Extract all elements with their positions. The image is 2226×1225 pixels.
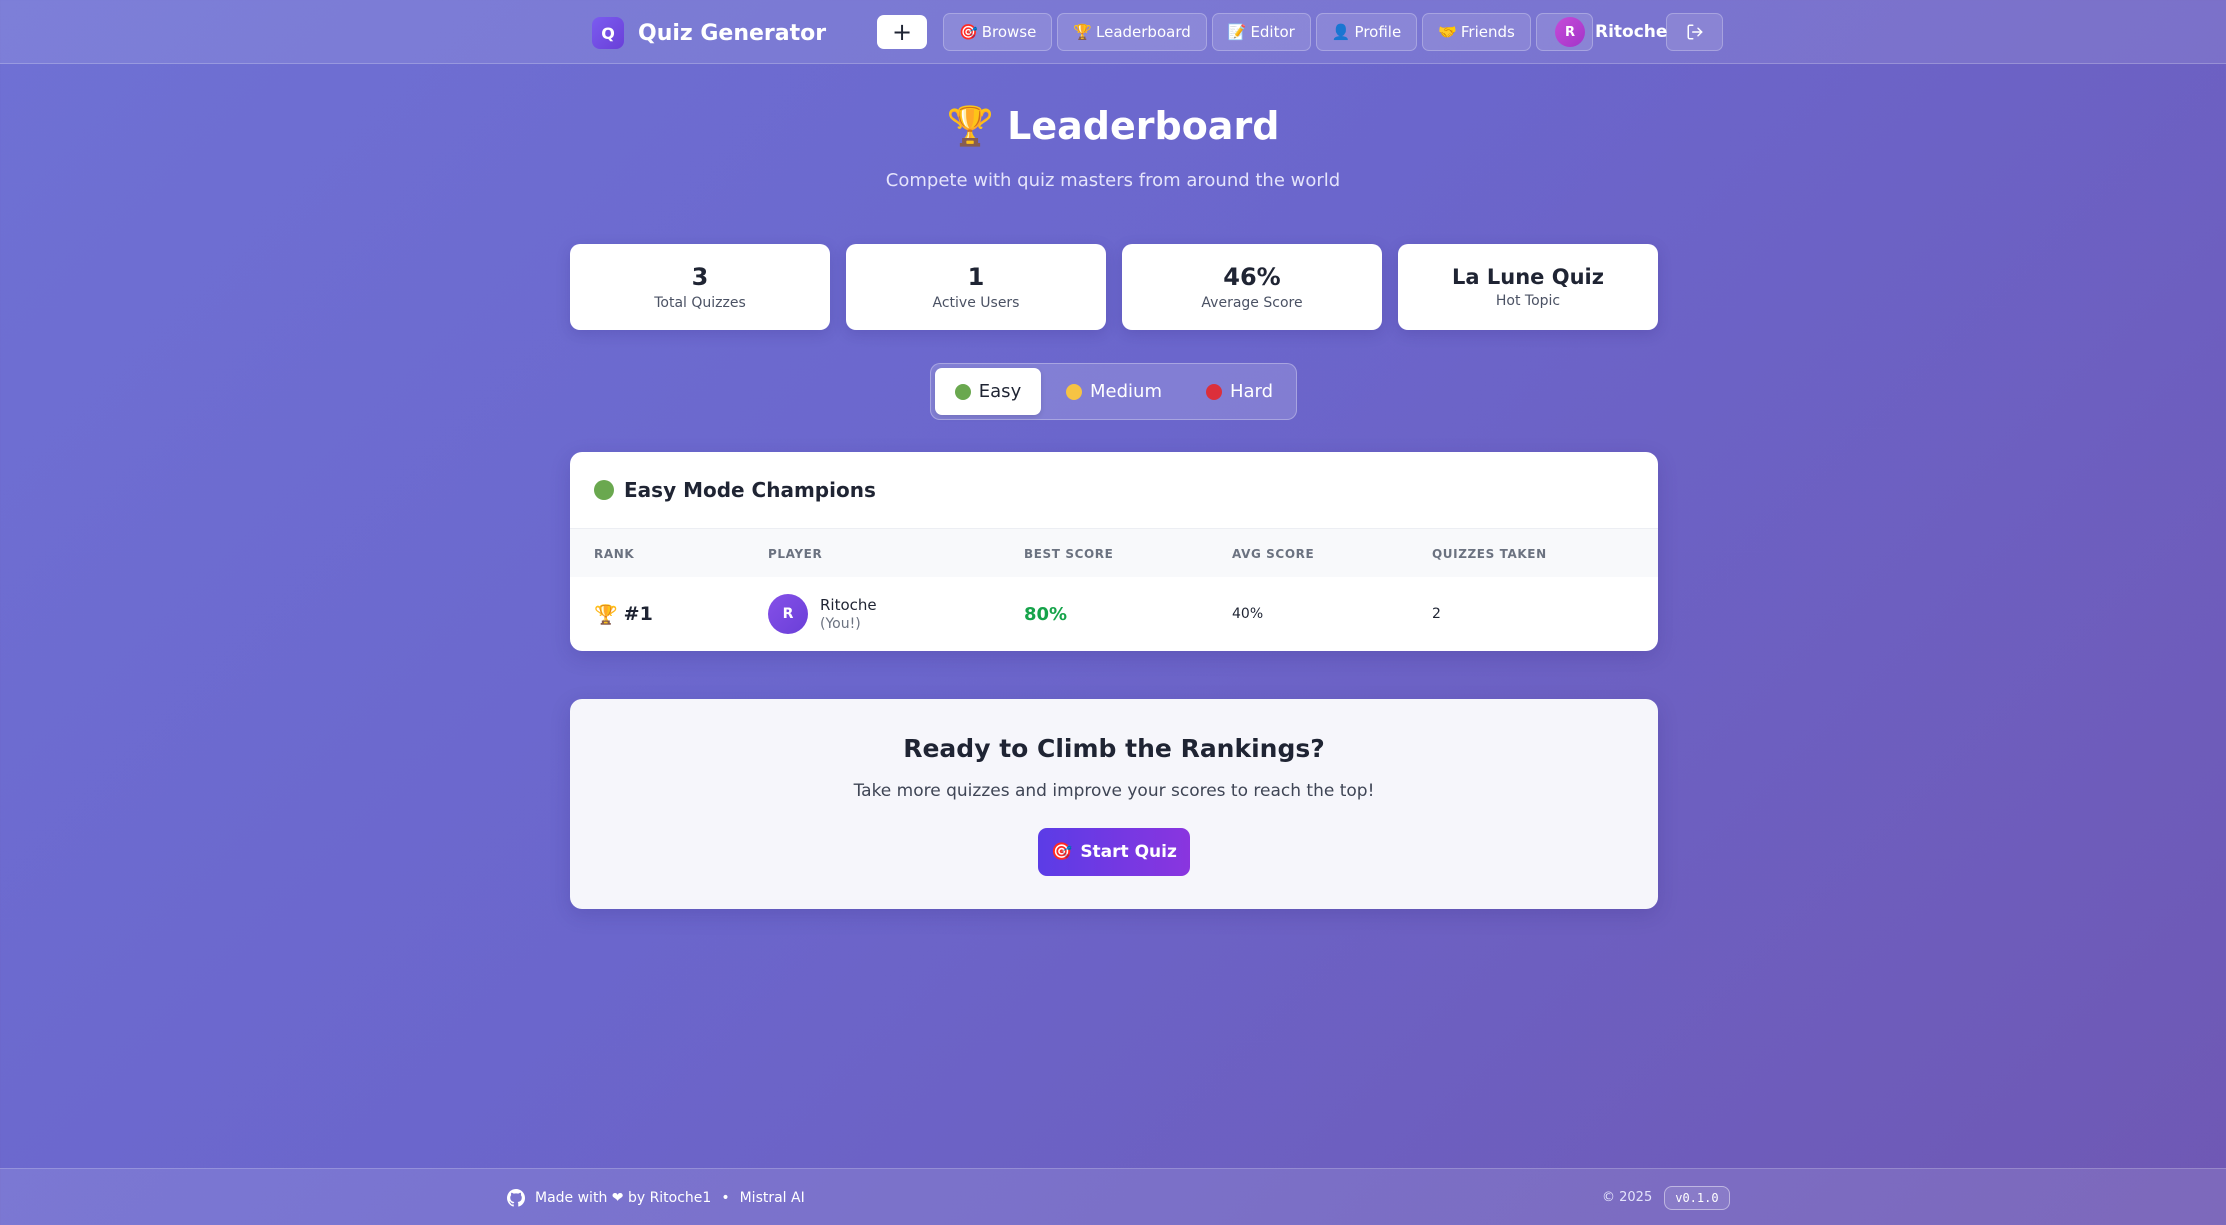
tab-easy[interactable]: Easy — [935, 368, 1041, 415]
nav-label: Profile — [1354, 23, 1402, 41]
stat-label: Total Quizzes — [654, 295, 746, 311]
target-icon: 🎯 — [1051, 842, 1073, 862]
you-tag: (You!) — [820, 616, 861, 632]
green-dot-icon — [954, 383, 971, 400]
page-subtitle: Compete with quiz masters from around th… — [885, 170, 1341, 191]
avatar: R — [1555, 17, 1585, 47]
trophy-icon: 🏆 — [946, 104, 994, 148]
quizzes-taken: 2 — [1432, 606, 1441, 622]
stat-label: Active Users — [932, 295, 1020, 311]
nav-label: Friends — [1460, 23, 1515, 41]
table-header: RANK PLAYER BEST SCORE AVG SCORE QUIZZES… — [570, 529, 1658, 577]
create-quiz-button[interactable]: + — [877, 15, 927, 49]
stats-row: 3 Total Quizzes 1 Active Users 46% Avera… — [570, 244, 1658, 330]
main-nav: 🎯 Browse 🏆 Leaderboard 📝 Editor 👤 Profil… — [943, 13, 1593, 51]
version-badge: v0.1.0 — [1664, 1185, 1730, 1210]
stat-card-active-users: 1 Active Users — [846, 244, 1106, 330]
footer-separator: • — [721, 1189, 730, 1206]
user-menu[interactable]: R Ritoche — [1555, 17, 1667, 47]
leaderboard-title: Easy Mode Champions — [624, 478, 876, 502]
trophy-icon: 🏆 — [594, 603, 618, 626]
brand[interactable]: Q Quiz Generator — [592, 17, 826, 49]
column-header-player: PLAYER — [768, 547, 823, 561]
column-header-avg-score: AVG SCORE — [1232, 547, 1315, 561]
nav-browse-button[interactable]: 🎯 Browse — [943, 13, 1053, 51]
player-name: Ritoche — [820, 596, 877, 614]
logout-icon — [1687, 24, 1702, 40]
brand-logo: Q — [592, 17, 624, 49]
brand-name: Quiz Generator — [638, 20, 827, 46]
cta-subtitle: Take more quizzes and improve your score… — [853, 781, 1375, 801]
stat-value: 1 — [967, 263, 985, 291]
rank-value: #1 — [623, 603, 653, 625]
best-score: 80% — [1024, 603, 1068, 625]
nav-profile-button[interactable]: 👤 Profile — [1315, 13, 1418, 51]
column-header-quizzes-taken: QUIZZES TAKEN — [1432, 547, 1547, 561]
difficulty-tabs: Easy Medium Hard — [930, 363, 1297, 420]
start-quiz-button[interactable]: 🎯 Start Quiz — [1038, 828, 1190, 876]
column-header-best-score: BEST SCORE — [1024, 547, 1114, 561]
user-icon: 👤 — [1331, 23, 1351, 41]
leaderboard-card-header: Easy Mode Champions — [570, 452, 1658, 529]
tab-medium[interactable]: Medium — [1045, 368, 1183, 415]
green-dot-icon — [594, 480, 614, 500]
tab-hard[interactable]: Hard — [1187, 368, 1292, 415]
nav-leaderboard-button[interactable]: 🏆 Leaderboard — [1057, 13, 1207, 51]
tab-label: Medium — [1090, 381, 1162, 402]
nav-label: Editor — [1250, 23, 1295, 41]
stat-label: Average Score — [1201, 295, 1303, 311]
trophy-icon: 🏆 — [1073, 23, 1092, 41]
nav-editor-button[interactable]: 📝 Editor — [1211, 13, 1311, 51]
user-name: Ritoche — [1595, 22, 1668, 42]
avatar: R — [768, 594, 808, 634]
handshake-icon: 🤝 — [1438, 23, 1457, 41]
copyright: © 2025 — [1602, 1190, 1653, 1205]
cta-title: Ready to Climb the Rankings? — [903, 734, 1325, 763]
memo-icon: 📝 — [1227, 23, 1247, 41]
partner-link[interactable]: Mistral AI — [740, 1190, 805, 1206]
footer-credits: Made with ❤ by Ritoche1 • Mistral AI — [507, 1169, 805, 1225]
yellow-dot-icon — [1066, 383, 1082, 400]
leaderboard-card: Easy Mode Champions RANK PLAYER BEST SCO… — [570, 452, 1658, 651]
made-with-text[interactable]: Made with ❤ by Ritoche1 — [535, 1190, 711, 1206]
nav-label: Browse — [981, 23, 1037, 41]
target-icon: 🎯 — [959, 23, 978, 41]
tab-label: Hard — [1229, 381, 1274, 402]
top-navbar: Q Quiz Generator + 🎯 Browse 🏆 Leaderboar… — [0, 0, 2226, 64]
nav-friends-button[interactable]: 🤝 Friends — [1422, 13, 1531, 51]
stat-card-hot-topic: La Lune Quiz Hot Topic — [1398, 244, 1658, 330]
cta-card: Ready to Climb the Rankings? Take more q… — [570, 699, 1658, 909]
red-dot-icon — [1205, 383, 1222, 400]
stat-value: La Lune Quiz — [1452, 265, 1604, 289]
footer: Made with ❤ by Ritoche1 • Mistral AI © 2… — [0, 1168, 2226, 1225]
player-cell: R Ritoche (You!) — [768, 577, 877, 651]
stat-card-total-quizzes: 3 Total Quizzes — [570, 244, 830, 330]
column-header-rank: RANK — [594, 547, 635, 561]
avg-score: 40% — [1232, 606, 1264, 622]
stat-value: 46% — [1223, 263, 1281, 291]
page-title: 🏆 Leaderboard — [0, 104, 2226, 149]
page-title-text: Leaderboard — [1007, 104, 1280, 148]
footer-meta: © 2025 v0.1.0 — [1602, 1169, 1730, 1225]
tab-label: Easy — [978, 381, 1022, 402]
stat-card-average-score: 46% Average Score — [1122, 244, 1382, 330]
table-row[interactable]: 🏆 #1 R Ritoche (You!) 80% 40% 2 — [570, 577, 1658, 651]
nav-label: Leaderboard — [1096, 23, 1191, 41]
logout-button[interactable] — [1666, 13, 1723, 51]
github-icon[interactable] — [507, 1188, 525, 1207]
start-quiz-label: Start Quiz — [1080, 842, 1177, 862]
stat-label: Hot Topic — [1495, 293, 1561, 309]
rank-cell: 🏆 #1 — [594, 577, 653, 651]
stat-value: 3 — [691, 263, 709, 291]
